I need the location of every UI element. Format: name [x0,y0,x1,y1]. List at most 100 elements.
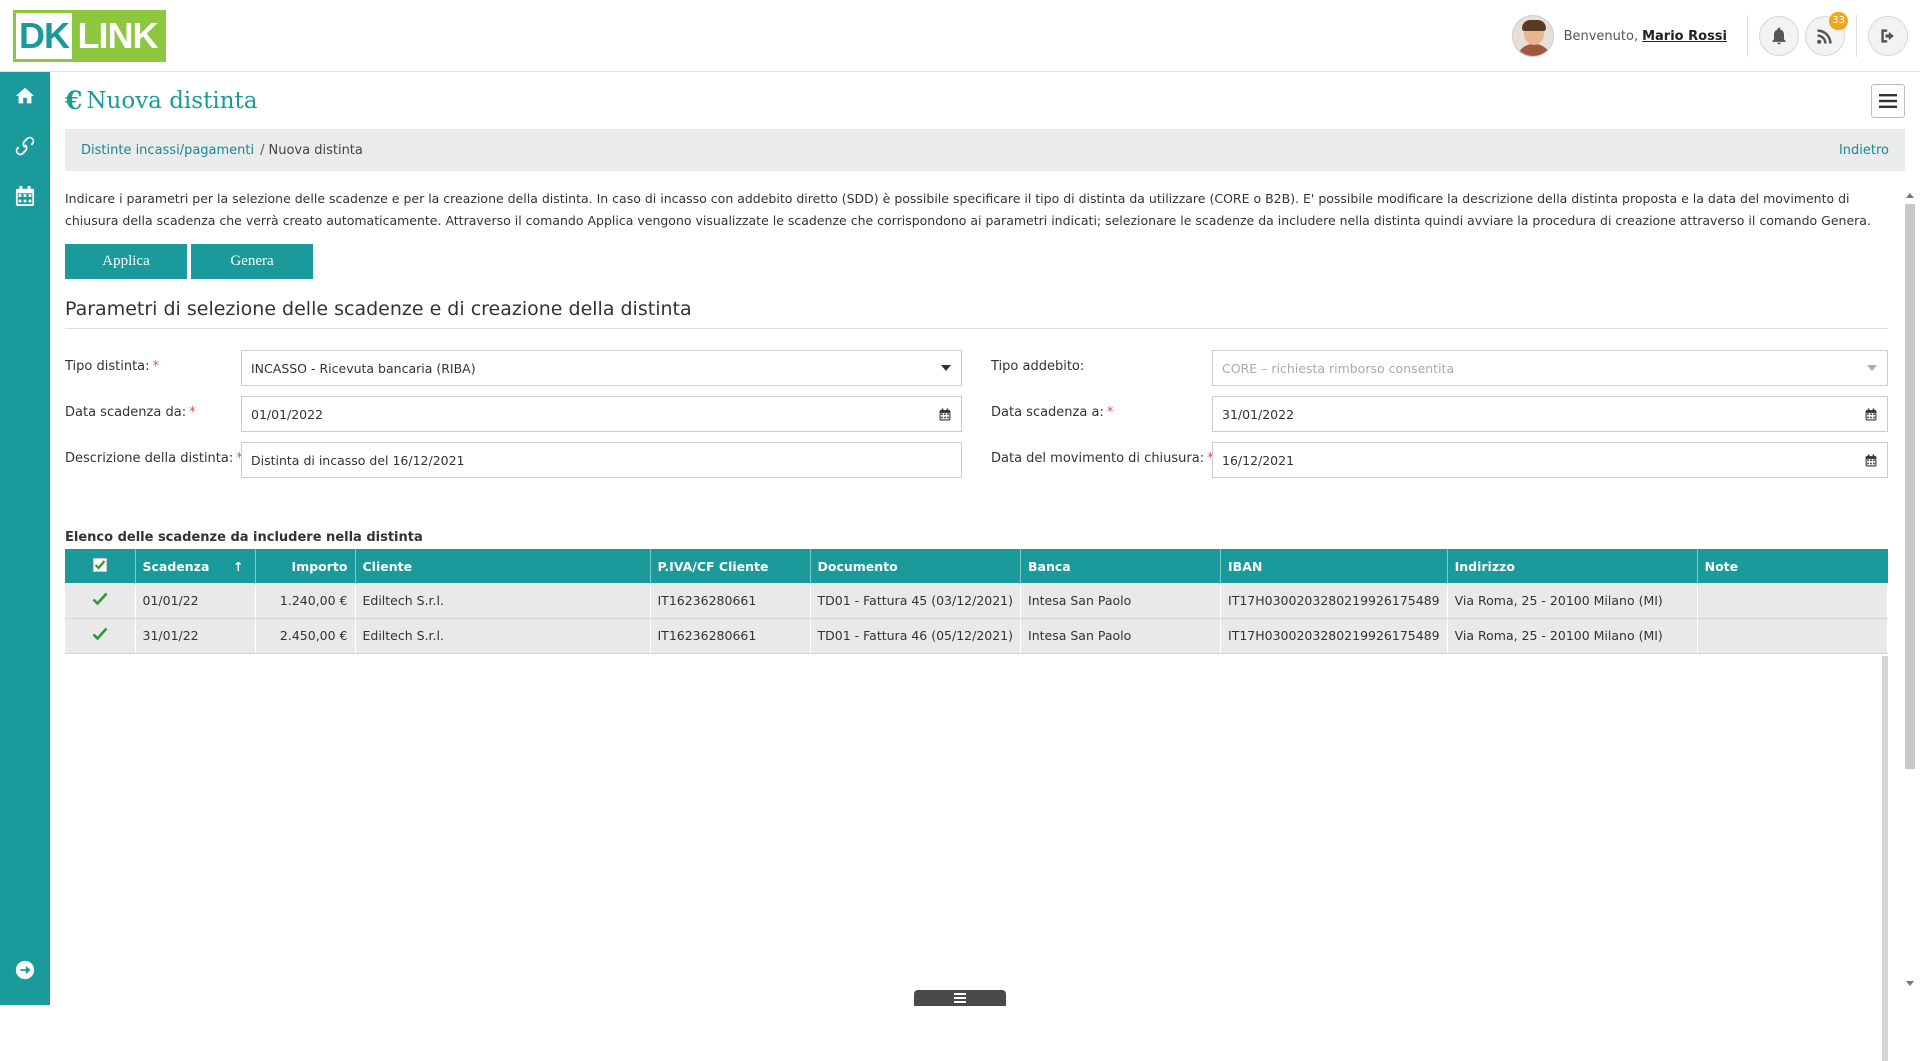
dklink-logo[interactable]: DK LINK [13,10,166,62]
scroll-down-arrow[interactable] [1904,978,1916,988]
calendar-icon [1865,454,1877,466]
cell-banca: Intesa San Paolo [1020,583,1222,619]
data-movimento-value: 16/12/2021 [1222,452,1295,468]
table-row[interactable]: 31/01/22 2.450,00 € Ediltech S.r.l. IT16… [65,618,1889,654]
bottom-panel-toggle[interactable] [914,990,1006,1006]
descrizione-distinta-input[interactable]: Distinta di incasso del 16/12/2021 [241,442,962,478]
rss-feed-button[interactable]: 33 [1805,12,1848,56]
logo-dk: DK [16,13,72,59]
column-importo[interactable]: Importo [255,549,356,583]
calendar-picker-button[interactable] [1865,443,1877,477]
cell-iban: IT17H0300203280219926175489 [1220,583,1448,619]
generate-button[interactable]: Genera [191,244,313,279]
column-banca[interactable]: Banca [1020,549,1222,583]
user-area: Benvenuto, Mario Rossi 33 [1511,0,1920,72]
welcome-text: Benvenuto, Mario Rossi [1564,29,1727,44]
scroll-up-arrow[interactable] [1904,190,1916,200]
section-title: Parametri di selezione delle scadenze e … [65,298,1888,329]
table-scrollbar[interactable] [1882,656,1888,1061]
breadcrumb-separator: / [260,142,265,158]
instructions-text: Indicare i parametri per la selezione de… [65,191,1871,228]
breadcrumb-current: Nuova distinta [268,142,363,158]
cell-scadenza: 01/01/22 [135,583,256,619]
data-scadenza-da-label: Data scadenza da: * [65,405,196,420]
column-cliente[interactable]: Cliente [355,549,651,583]
tipo-addebito-select[interactable]: CORE – richiesta rimborso consentita [1212,350,1888,386]
data-scadenza-da-input[interactable]: 01/01/2022 [241,396,962,432]
page-scrollbar[interactable] [1904,190,1916,988]
avatar[interactable] [1511,15,1554,57]
rss-badge: 33 [1829,12,1848,30]
link-icon [15,136,35,156]
descrizione-distinta-value: Distinta di incasso del 16/12/2021 [251,452,465,468]
sort-arrow-icon: ↑ [233,558,244,574]
user-name-link[interactable]: Mario Rossi [1642,29,1727,44]
sidebar [0,72,50,1005]
caret-down-icon [1867,365,1877,371]
tipo-distinta-label: Tipo distinta: * [65,359,160,374]
cell-cliente: Ediltech S.r.l. [355,618,651,654]
column-indirizzo[interactable]: Indirizzo [1447,549,1698,583]
data-scadenza-a-input[interactable]: 31/01/2022 [1212,396,1888,432]
bell-icon [1772,27,1786,45]
data-scadenza-a-label: Data scadenza a: * [991,405,1114,420]
row-checkbox[interactable] [65,618,136,654]
welcome-label: Benvenuto, [1563,28,1639,44]
check-icon [92,557,107,572]
data-scadenza-a-value: 31/01/2022 [1222,406,1295,422]
descrizione-distinta-label: Descrizione della distinta: * [65,451,243,466]
page-title: € Nuova distinta [65,86,257,115]
scroll-thumb[interactable] [1905,204,1915,769]
hamburger-icon [954,993,966,1003]
page-menu-button[interactable] [1871,84,1905,118]
breadcrumb-parent-link[interactable]: Distinte incassi/pagamenti [81,143,254,158]
header-divider-2 [1856,15,1857,57]
calendar-picker-button[interactable] [939,397,951,431]
scadenze-table: Scadenza ↑ Importo Cliente P.IVA/CF Clien… [65,549,1889,654]
back-link[interactable]: Indietro [1839,143,1889,158]
check-icon [92,592,108,606]
column-scadenza[interactable]: Scadenza ↑ [135,549,256,583]
data-scadenza-da-value: 01/01/2022 [251,406,324,422]
tipo-distinta-value: INCASSO - Ricevuta bancaria (RIBA) [251,360,476,376]
sidebar-item-home[interactable] [0,76,50,116]
rss-icon [1817,29,1832,44]
cell-cliente: Ediltech S.r.l. [355,583,651,619]
select-all-checkbox[interactable] [65,549,136,583]
sidebar-item-calendar[interactable] [0,176,50,216]
logout-icon [1881,29,1894,43]
column-note[interactable]: Note [1697,549,1888,583]
caret-down-icon [941,365,951,371]
cell-indirizzo: Via Roma, 25 - 20100 Milano (MI) [1447,618,1698,654]
column-documento[interactable]: Documento [810,549,1022,583]
sidebar-expand-button[interactable] [0,950,50,990]
notifications-button[interactable] [1759,16,1799,56]
action-buttons: Applica Genera [65,244,313,279]
table-caption: Elenco delle scadenze da includere nella… [65,530,423,545]
logout-button[interactable] [1868,16,1908,56]
column-piva[interactable]: P.IVA/CF Cliente [650,549,811,583]
calendar-icon [939,408,951,420]
apply-button[interactable]: Applica [65,244,187,279]
main-content: € Nuova distinta Distinte incassi/pagame… [50,72,1920,1061]
cell-importo: 2.450,00 € [255,618,356,654]
cell-banca: Intesa San Paolo [1020,618,1222,654]
page-title-text: Nuova distinta [86,87,258,114]
column-iban[interactable]: IBAN [1220,549,1448,583]
row-checkbox[interactable] [65,583,136,619]
home-icon [15,87,35,104]
table-header-row: Scadenza ↑ Importo Cliente P.IVA/CF Clien… [65,549,1888,583]
tipo-addebito-value: CORE – richiesta rimborso consentita [1222,360,1455,376]
data-movimento-input[interactable]: 16/12/2021 [1212,442,1888,478]
tipo-distinta-select[interactable]: INCASSO - Ricevuta bancaria (RIBA) [241,350,962,386]
cell-importo: 1.240,00 € [255,583,356,619]
cell-iban: IT17H0300203280219926175489 [1220,618,1448,654]
data-movimento-label: Data del movimento di chiusura: * [991,451,1214,466]
cell-note [1697,618,1889,654]
breadcrumb: Distinte incassi/pagamenti / Nuova disti… [65,129,1905,171]
cell-indirizzo: Via Roma, 25 - 20100 Milano (MI) [1447,583,1698,619]
table-row[interactable]: 01/01/22 1.240,00 € Ediltech S.r.l. IT16… [65,583,1889,619]
calendar-picker-button[interactable] [1865,397,1877,431]
sidebar-item-links[interactable] [0,126,50,166]
logo-link: LINK [77,15,159,56]
